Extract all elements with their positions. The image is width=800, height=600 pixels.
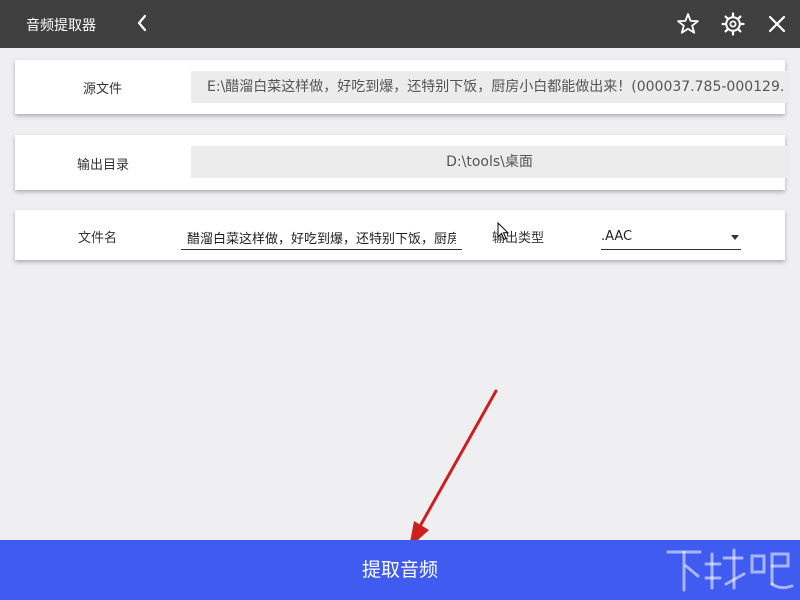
source-file-card: 源文件 E:\醋溜白菜这样做，好吃到爆，还特别下饭，厨房小白都能做出来！(000… — [15, 60, 788, 114]
back-button[interactable] — [132, 10, 154, 36]
favorite-button[interactable] — [675, 11, 701, 37]
close-button[interactable] — [764, 11, 790, 37]
filename-card: 文件名 输出类型 .AAC — [15, 210, 785, 260]
filename-input[interactable] — [181, 226, 462, 250]
mouse-cursor-icon — [497, 222, 510, 241]
close-icon — [768, 15, 786, 33]
output-type-value: .AAC — [601, 229, 633, 244]
source-file-field[interactable]: E:\醋溜白菜这样做，好吃到爆，还特别下饭，厨房小白都能做出来！(000037.… — [191, 71, 788, 103]
settings-button[interactable] — [720, 11, 746, 37]
app-title: 音频提取器 — [26, 18, 96, 34]
output-dir-card: 输出目录 D:\tools\桌面 — [15, 135, 788, 190]
output-dir-label: 输出目录 — [77, 158, 130, 173]
dropdown-arrow-icon — [731, 235, 739, 240]
source-file-label: 源文件 — [83, 82, 123, 97]
output-dir-field[interactable]: D:\tools\桌面 — [191, 146, 788, 178]
star-icon — [677, 13, 699, 34]
watermark-logo — [666, 548, 794, 592]
filename-label: 文件名 — [78, 231, 118, 246]
gear-icon — [721, 12, 745, 36]
output-type-select[interactable]: .AAC — [601, 226, 741, 250]
title-bar: 音频提取器 — [0, 0, 800, 48]
chevron-left-icon — [137, 14, 147, 32]
